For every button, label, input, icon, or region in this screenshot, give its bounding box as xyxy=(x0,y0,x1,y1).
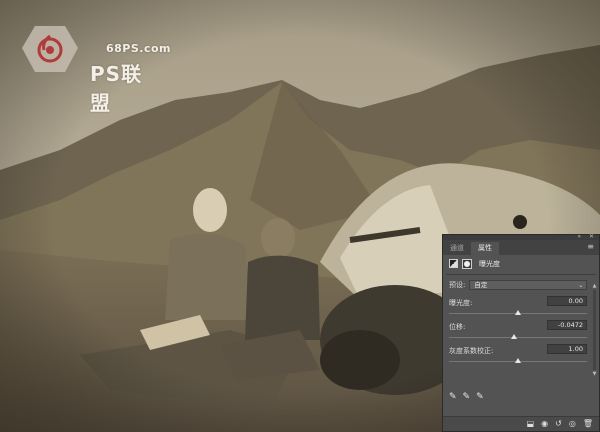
panel-tabs: 通道 属性 ≡ xyxy=(443,240,599,255)
close-icon[interactable]: ✕ xyxy=(589,233,594,240)
offset-thumb[interactable] xyxy=(510,334,517,339)
white-eyedropper-icon[interactable]: ✎ xyxy=(476,393,484,402)
offset-slider-group: 位移: -0.0472 xyxy=(443,320,599,344)
exposure-label: 曝光度: xyxy=(449,299,473,307)
exposure-slider-group: 曝光度: 0.00 xyxy=(443,296,599,320)
eyedropper-group: ✎ ✎ ✎ xyxy=(449,393,484,402)
properties-panel: » ✕ 通道 属性 ≡ 曝光度 预设: 自定 ⌄ 曝光度: 0.00 位移: -… xyxy=(442,233,600,432)
gamma-input[interactable]: 1.00 xyxy=(547,344,587,354)
tab-channels[interactable]: 通道 xyxy=(443,242,471,255)
offset-input[interactable]: -0.0472 xyxy=(547,320,587,330)
preset-value: 自定 xyxy=(474,280,488,289)
watermark-logo xyxy=(22,26,78,72)
scroll-down-icon[interactable]: ▼ xyxy=(592,371,597,377)
adjustment-type-icon[interactable] xyxy=(449,259,458,268)
layer-mask-icon[interactable] xyxy=(462,258,472,269)
watermark-url: 68PS.com xyxy=(106,42,172,55)
preset-select[interactable]: 自定 ⌄ xyxy=(469,279,588,290)
clip-to-layer-icon[interactable]: ⬓ xyxy=(527,420,535,428)
gamma-label: 灰度系数校正: xyxy=(449,347,494,355)
tab-properties[interactable]: 属性 xyxy=(471,242,499,255)
delete-icon[interactable]: 🗑 xyxy=(583,420,593,428)
view-previous-icon[interactable]: ◉ xyxy=(541,420,548,428)
offset-track[interactable] xyxy=(449,337,587,338)
adjustment-header: 曝光度 xyxy=(443,255,599,272)
panel-menu-icon[interactable]: ≡ xyxy=(587,243,594,251)
gamma-slider-group: 灰度系数校正: 1.00 xyxy=(443,344,599,368)
gamma-thumb[interactable] xyxy=(515,358,521,363)
collapse-icon[interactable]: » xyxy=(577,233,581,240)
watermark-brand: PS联盟 xyxy=(90,62,143,115)
black-eyedropper-icon[interactable]: ✎ xyxy=(449,393,457,402)
panel-scrollbar[interactable]: ▲ ▼ xyxy=(592,283,597,383)
adjustment-title: 曝光度 xyxy=(479,259,500,268)
chevron-down-icon: ⌄ xyxy=(578,281,584,289)
reset-icon[interactable]: ↺ xyxy=(555,420,562,428)
panel-footer: ⬓ ◉ ↺ ◎ 🗑 xyxy=(443,416,599,431)
preset-label: 预设: xyxy=(449,280,466,289)
watermark: 68PS.com PS联盟 xyxy=(20,20,171,115)
offset-label: 位移: xyxy=(449,323,466,331)
visibility-icon[interactable]: ◎ xyxy=(569,420,576,428)
preset-row: 预设: 自定 ⌄ xyxy=(443,277,599,292)
exposure-thumb[interactable] xyxy=(515,310,521,315)
scroll-track[interactable] xyxy=(593,290,596,370)
gray-eyedropper-icon[interactable]: ✎ xyxy=(463,393,471,402)
exposure-input[interactable]: 0.00 xyxy=(547,296,587,306)
divider xyxy=(446,274,596,275)
scroll-up-icon[interactable]: ▲ xyxy=(592,283,597,289)
